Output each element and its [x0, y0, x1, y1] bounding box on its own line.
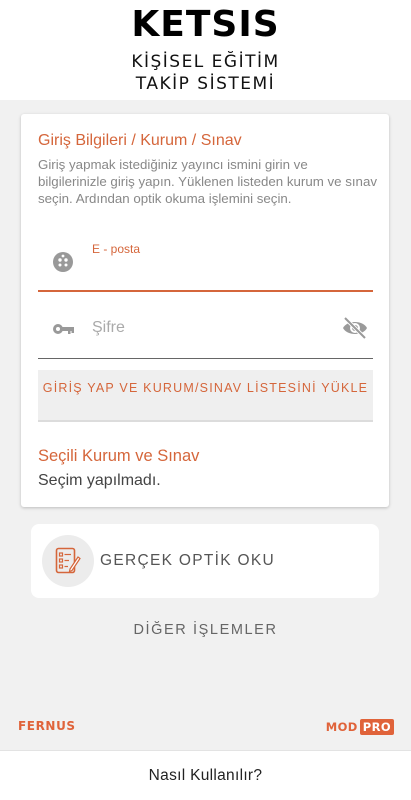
key-icon [51, 317, 75, 341]
selection-title: Seçili Kurum ve Sınav [38, 447, 200, 465]
optik-icon-circle [42, 535, 94, 587]
optik-read-label: GERÇEK OPTİK OKU [100, 552, 275, 569]
modpro-logo-mod: MOD [325, 719, 358, 734]
how-to-use-button[interactable]: Nasıl Kullanılır? [0, 750, 411, 800]
email-label: E - posta [92, 242, 141, 256]
other-actions-link[interactable]: DİĞER İŞLEMLER [0, 622, 411, 638]
modpro-logo-pro: PRO [359, 718, 394, 735]
real-optik-read-button[interactable]: GERÇEK OPTİK OKU [31, 524, 379, 598]
login-card-title: Giriş Bilgileri / Kurum / Sınav [38, 132, 242, 149]
selection-value: Seçim yapılmadı. [38, 472, 161, 489]
fernus-logo: FERNUS [18, 719, 76, 733]
face-icon [51, 250, 75, 274]
modpro-logo: MOD PRO [326, 718, 394, 735]
app-header: KETSIS KİŞİSEL EĞİTİM TAKİP SİSTEMİ [0, 0, 411, 100]
login-card-description: Giriş yapmak istediğiniz yayıncı ismini … [38, 157, 377, 206]
app-subtitle-line1: KİŞİSEL EĞİTİM [131, 52, 280, 72]
password-field[interactable] [38, 304, 373, 359]
login-card: Giriş Bilgileri / Kurum / Sınav Giriş ya… [21, 114, 389, 507]
password-input[interactable] [92, 316, 322, 340]
checklist-icon [55, 547, 81, 574]
eye-off-icon[interactable] [341, 315, 369, 341]
app-logo-title: KETSIS [131, 4, 280, 45]
login-load-list-button[interactable]: GİRİŞ YAP VE KURUM/SINAV LİSTESİNİ YÜKLE [38, 370, 373, 422]
email-field[interactable]: E - posta [38, 234, 373, 292]
app-subtitle-line2: TAKİP SİSTEMİ [135, 74, 276, 94]
